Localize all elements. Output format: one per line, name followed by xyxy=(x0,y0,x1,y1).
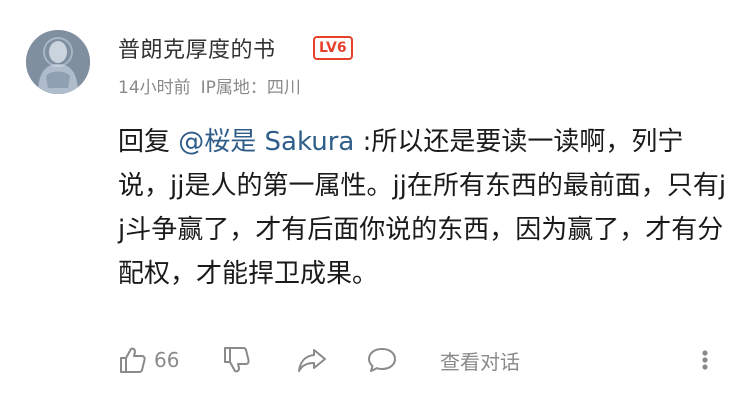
like-button[interactable]: 66 xyxy=(118,338,179,382)
avatar-figure-icon xyxy=(26,30,90,94)
share-arrow-icon xyxy=(298,349,326,372)
share-button[interactable] xyxy=(296,338,328,382)
thumbs-up-icon xyxy=(120,347,146,373)
action-bar: 66 查看对话 xyxy=(118,338,728,382)
ip-location: IP属地：四川 xyxy=(200,78,301,98)
comment-meta: 14小时前 IP属地：四川 xyxy=(118,73,301,98)
thumbs-down-icon xyxy=(224,347,250,373)
comment-card: 普朗克厚度的书 LV6 14小时前 IP属地：四川 回复 @桜是 Sakura :… xyxy=(0,0,750,419)
level-badge: LV6 xyxy=(313,36,353,60)
mention-link[interactable]: @桜是 Sakura xyxy=(178,127,354,157)
view-thread-link[interactable]: 查看对话 xyxy=(440,338,520,382)
timestamp: 14小时前 xyxy=(118,78,191,98)
like-count: 66 xyxy=(154,348,180,372)
username[interactable]: 普朗克厚度的书 xyxy=(118,32,276,64)
comment-body: 回复 @桜是 Sakura :所以还是要读一读啊，列宁说，jj是人的第一属性。j… xyxy=(118,120,728,296)
avatar[interactable] xyxy=(26,30,90,94)
vertical-dots-icon xyxy=(702,350,708,370)
reply-button[interactable] xyxy=(366,338,398,382)
reply-prefix: 回复 xyxy=(118,127,179,157)
dislike-button[interactable] xyxy=(222,338,252,382)
more-options-button[interactable] xyxy=(700,338,710,382)
speech-bubble-icon xyxy=(368,348,396,372)
